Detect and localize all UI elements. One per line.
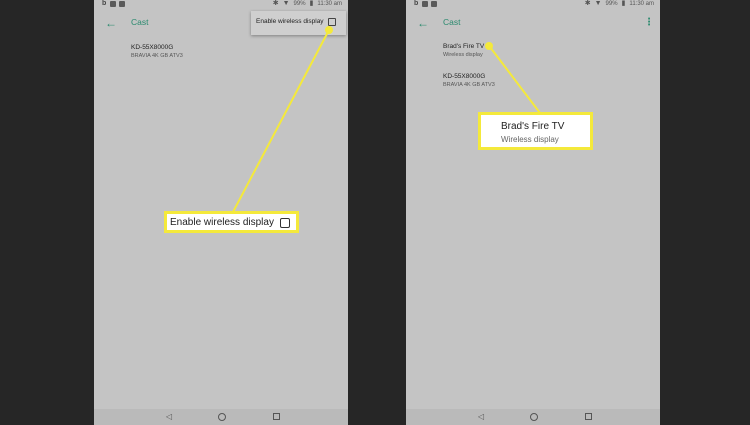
wifi-icon: ▼ [594, 0, 602, 7]
nav-recents-icon[interactable] [273, 413, 280, 420]
notification-icons: b [414, 0, 437, 7]
b-notification-icon: b [414, 0, 419, 7]
battery-level: 99% [605, 1, 618, 7]
wifi-icon: ▼ [282, 0, 290, 7]
device-name: Brad's Fire TV [443, 43, 485, 50]
arrow-left-icon[interactable]: ← [104, 16, 118, 30]
device-name: KD-55X8000G [131, 44, 174, 51]
image-notification-icon [431, 1, 437, 7]
callout-label: Enable wireless display [170, 217, 274, 228]
clock: 11:30 am [317, 1, 342, 7]
screenshot-stage: b ✱ ▼ 99% ▮ 11:30 am ← Cast Enable wirel… [0, 0, 750, 425]
status-bar: b ✱ ▼ 99% ▮ 11:30 am [94, 0, 348, 9]
cast-device-item[interactable]: KD-55X8000G BRAVIA 4K GB ATV3 [443, 73, 495, 88]
cast-device-item[interactable]: Brad's Fire TV Wireless display [443, 43, 484, 58]
right-phone-screen: b ✱ ▼ 99% ▮ 11:30 am ← Cast ⋮ Brad's Fir… [406, 0, 660, 425]
device-subtitle: Wireless display [443, 52, 483, 58]
status-indicators: ✱ ▼ 99% ▮ 11:30 am [585, 0, 654, 8]
navigation-bar: ◁ [406, 409, 660, 425]
status-indicators: ✱ ▼ 99% ▮ 11:30 am [273, 0, 342, 8]
nav-home-icon[interactable] [218, 413, 226, 421]
arrow-left-icon[interactable]: ← [416, 16, 430, 30]
app-bar: ← Cast ⋮ [406, 12, 660, 34]
app-notification-icon [422, 1, 428, 7]
page-title: Cast [443, 17, 461, 27]
callout-checkbox [280, 218, 290, 228]
fire-tv-callout: Brad's Fire TV Wireless display [478, 112, 593, 150]
b-notification-icon: b [102, 0, 107, 7]
nav-recents-icon[interactable] [585, 413, 592, 420]
clock: 11:30 am [629, 1, 654, 7]
device-name: KD-55X8000G [443, 73, 486, 80]
battery-icon: ▮ [309, 0, 314, 7]
device-subtitle: BRAVIA 4K GB ATV3 [443, 82, 495, 88]
battery-level: 99% [293, 1, 306, 7]
overflow-popup-menu: Enable wireless display [251, 11, 346, 35]
enable-wireless-display-callout: Enable wireless display [164, 211, 299, 233]
nav-home-icon[interactable] [530, 413, 538, 421]
image-notification-icon [119, 1, 125, 7]
callout-title: Brad's Fire TV [501, 121, 565, 132]
more-vert-icon[interactable]: ⋮ [644, 16, 654, 30]
enable-wireless-display-menu-item[interactable]: Enable wireless display [256, 18, 324, 25]
battery-icon: ▮ [621, 0, 626, 7]
status-bar: b ✱ ▼ 99% ▮ 11:30 am [406, 0, 660, 9]
nav-back-icon[interactable]: ◁ [166, 413, 172, 421]
app-notification-icon [110, 1, 116, 7]
device-subtitle: BRAVIA 4K GB ATV3 [131, 53, 183, 59]
navigation-bar: ◁ [94, 409, 348, 425]
cast-device-item[interactable]: KD-55X8000G BRAVIA 4K GB ATV3 [131, 44, 183, 59]
bluetooth-icon: ✱ [584, 0, 591, 7]
enable-wireless-display-checkbox[interactable] [328, 18, 336, 26]
notification-icons: b [102, 0, 125, 7]
nav-back-icon[interactable]: ◁ [478, 413, 484, 421]
callout-subtitle: Wireless display [501, 135, 559, 144]
page-title: Cast [131, 17, 149, 27]
bluetooth-icon: ✱ [272, 0, 279, 7]
